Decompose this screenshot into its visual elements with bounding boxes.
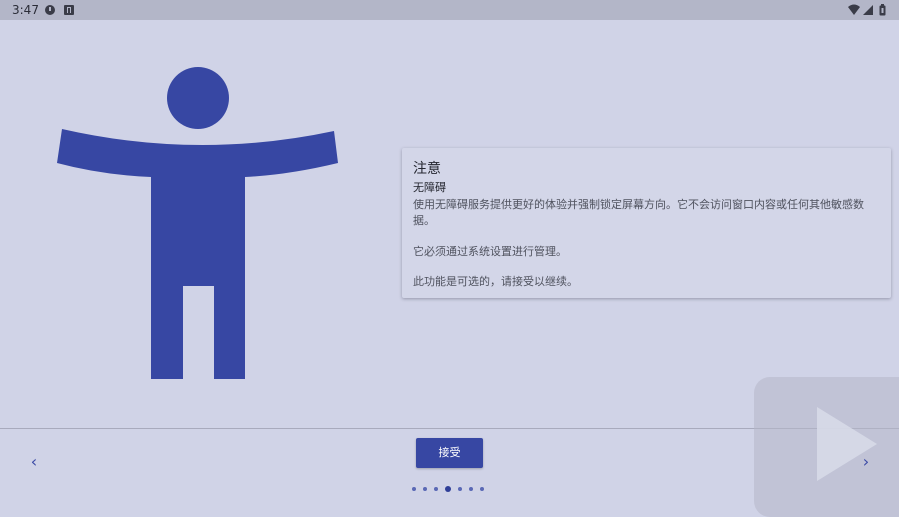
page-dot-6 xyxy=(469,487,473,491)
signal-icon xyxy=(863,5,873,15)
a-icon xyxy=(64,5,74,15)
status-time: 3:47 xyxy=(12,3,39,17)
page-dot-3 xyxy=(434,487,438,491)
page-dot-4-active xyxy=(445,486,451,492)
wifi-icon xyxy=(848,4,860,15)
prev-button[interactable]: ‹ xyxy=(22,450,46,474)
battery-icon xyxy=(879,4,886,16)
accessibility-person-icon xyxy=(57,67,338,379)
notice-paragraph-optional: 此功能是可选的，请接受以继续。 xyxy=(413,275,578,288)
notice-title: 注意 xyxy=(413,161,441,177)
play-overlay[interactable] xyxy=(754,377,899,517)
notice-card: 注意 无障碍 使用无障碍服务提供更好的体验并强制锁定屏幕方向。它不会访问窗口内容… xyxy=(402,148,891,298)
page-dot-5 xyxy=(458,487,462,491)
next-button[interactable]: › xyxy=(854,450,878,474)
accept-button[interactable]: 接受 xyxy=(416,438,483,468)
page-dot-1 xyxy=(412,487,416,491)
page-dot-2 xyxy=(423,487,427,491)
page-dot-7 xyxy=(480,487,484,491)
notice-body: 使用无障碍服务提供更好的体验并强制锁定屏幕方向。它不会访问窗口内容或任何其他敏感… xyxy=(413,198,864,227)
notice-paragraph-settings: 它必须通过系统设置进行管理。 xyxy=(413,245,567,258)
alert-icon xyxy=(45,5,55,15)
notice-subtitle: 无障碍 xyxy=(413,181,446,194)
status-bar: 3:47 xyxy=(0,0,899,20)
